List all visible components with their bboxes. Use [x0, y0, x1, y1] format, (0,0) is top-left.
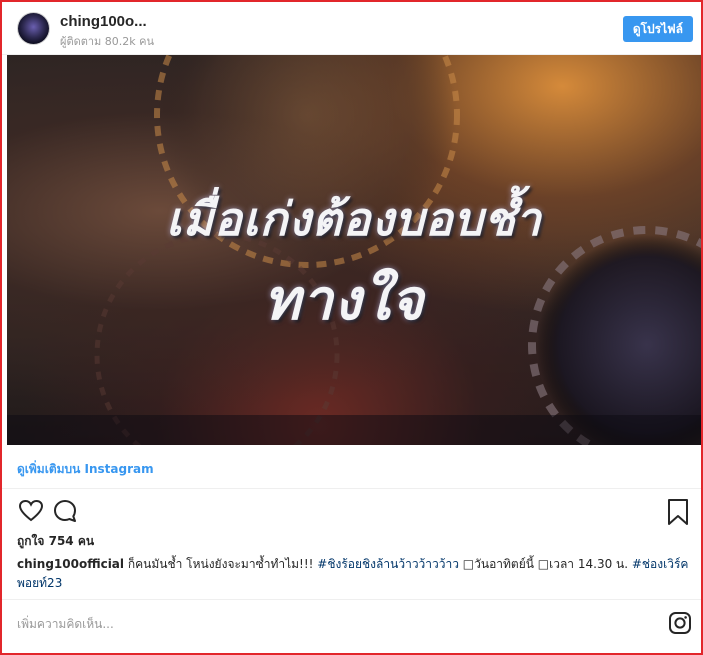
- video-title-line-1: เมื่อเก่งต้องบอบช้ำ: [166, 192, 542, 246]
- avatar[interactable]: [18, 13, 49, 44]
- follower-count: ผู้ติดตาม 80.2k คน: [60, 35, 155, 48]
- add-comment-field[interactable]: เพิ่มความคิดเห็น...: [17, 615, 114, 634]
- post-caption: ching100official ก็คนมันช้ำ โหน่งยังจะมา…: [17, 555, 692, 593]
- instagram-embed-card: ching100o... ผู้ติดตาม 80.2k คน ดูโปรไฟล…: [0, 0, 703, 655]
- view-profile-button[interactable]: ดูโปรไฟล์: [622, 16, 693, 42]
- instagram-logo-icon[interactable]: [668, 611, 692, 639]
- video-title-line-2: ทางใจ: [263, 268, 425, 333]
- post-video[interactable]: เมื่อเก่งต้องบอบช้ำ ทางใจ: [7, 55, 701, 445]
- like-count: ถูกใจ 754 คน: [17, 534, 95, 548]
- divider: [2, 488, 701, 489]
- caption-text: □วันอาทิตย์นี้ □เวลา 14.30 น.: [458, 557, 632, 571]
- post-header: ching100o... ผู้ติดตาม 80.2k คน ดูโปรไฟล…: [2, 2, 701, 55]
- caption-username[interactable]: ching100official: [17, 557, 124, 571]
- caption-text: ก็คนมันช้ำ โหน่งยังจะมาซ้ำทำไม!!!: [124, 557, 318, 571]
- comment-icon[interactable]: [52, 498, 78, 528]
- divider: [2, 599, 701, 600]
- hashtag-link[interactable]: #ชิงร้อยชิงล้านว้าวว้าวว้าว: [317, 557, 459, 571]
- heart-icon[interactable]: [18, 498, 44, 528]
- bookmark-icon[interactable]: [666, 498, 690, 530]
- view-more-on-instagram-link[interactable]: ดูเพิ่มเติมบน Instagram: [17, 460, 154, 479]
- username[interactable]: ching100o...: [60, 13, 147, 30]
